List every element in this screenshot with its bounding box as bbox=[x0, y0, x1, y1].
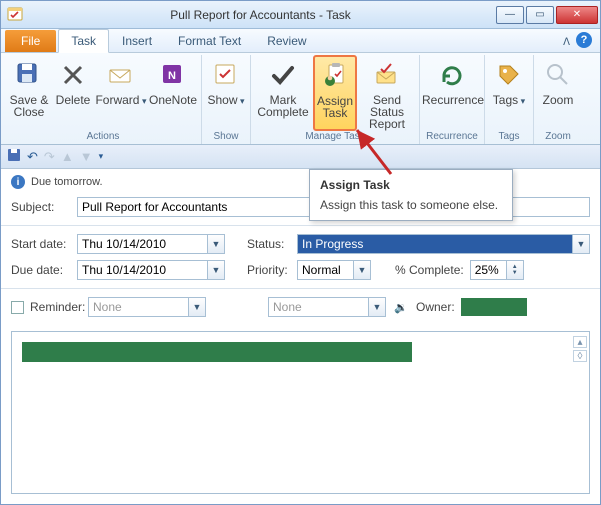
close-button[interactable]: ✕ bbox=[556, 6, 598, 24]
priority-label: Priority: bbox=[247, 263, 291, 277]
zoom-icon bbox=[543, 60, 573, 90]
dropdown-icon[interactable]: ▼ bbox=[368, 297, 386, 317]
body-content-redacted bbox=[22, 342, 412, 362]
tooltip-title: Assign Task bbox=[320, 178, 502, 192]
help-button[interactable]: ? bbox=[576, 32, 592, 48]
start-date-label: Start date: bbox=[11, 237, 71, 251]
redo-icon[interactable]: ↷ bbox=[44, 149, 55, 165]
dropdown-icon[interactable]: ▼ bbox=[572, 234, 590, 254]
reminder-date-combo[interactable]: ▼ bbox=[88, 297, 206, 317]
svg-text:N: N bbox=[168, 70, 176, 82]
pct-complete-spinner[interactable]: ▲▼ bbox=[470, 260, 524, 280]
subject-label: Subject: bbox=[11, 200, 71, 214]
group-tags: Tags Tags bbox=[485, 55, 534, 144]
dropdown-icon[interactable]: ▼ bbox=[207, 260, 225, 280]
tab-review[interactable]: Review bbox=[254, 29, 319, 52]
onenote-icon: N bbox=[158, 60, 188, 90]
pct-complete-label: % Complete: bbox=[395, 263, 464, 277]
ruler-up-icon[interactable]: ▴ bbox=[573, 336, 587, 348]
zoom-button[interactable]: Zoom bbox=[536, 55, 580, 119]
assign-task-icon bbox=[320, 61, 350, 91]
onenote-button[interactable]: N OneNote bbox=[147, 55, 199, 119]
send-status-icon bbox=[372, 60, 402, 90]
info-icon: i bbox=[11, 175, 25, 189]
spinner-buttons[interactable]: ▲▼ bbox=[506, 260, 524, 280]
group-manage-task: Mark Complete Assign Task Send Status Re… bbox=[251, 55, 420, 144]
show-button[interactable]: Show bbox=[204, 55, 248, 119]
mark-complete-button[interactable]: Mark Complete bbox=[253, 55, 313, 131]
start-date-combo[interactable]: ▼ bbox=[77, 234, 225, 254]
reminder-sound-icon[interactable]: 🔉 bbox=[392, 298, 410, 316]
send-status-report-button[interactable]: Send Status Report bbox=[357, 55, 417, 131]
reminder-time-combo[interactable]: ▼ bbox=[268, 297, 386, 317]
save-icon[interactable] bbox=[7, 148, 21, 165]
tooltip-body: Assign this task to someone else. bbox=[320, 198, 502, 212]
window-title: Pull Report for Accountants - Task bbox=[27, 8, 494, 22]
tab-format-text[interactable]: Format Text bbox=[165, 29, 254, 52]
dropdown-icon[interactable]: ▼ bbox=[207, 234, 225, 254]
owner-label: Owner: bbox=[416, 300, 455, 314]
group-recurrence: Recurrence Recurrence bbox=[420, 55, 485, 144]
dropdown-icon[interactable]: ▼ bbox=[353, 260, 371, 280]
reminder-checkbox[interactable] bbox=[11, 301, 24, 314]
recurrence-icon bbox=[437, 60, 467, 90]
reminder-time-input[interactable] bbox=[268, 297, 368, 317]
forward-icon bbox=[106, 60, 136, 90]
tab-task[interactable]: Task bbox=[58, 29, 109, 53]
minimize-button[interactable]: — bbox=[496, 6, 524, 24]
titlebar: Pull Report for Accountants - Task — ▭ ✕ bbox=[1, 1, 600, 29]
ribbon: Save & Close Delete Forward N OneNote Ac… bbox=[1, 53, 600, 145]
show-icon bbox=[211, 60, 241, 90]
priority-input[interactable] bbox=[297, 260, 353, 280]
due-date-label: Due date: bbox=[11, 263, 71, 277]
forward-button[interactable]: Forward bbox=[95, 55, 147, 119]
maximize-button[interactable]: ▭ bbox=[526, 6, 554, 24]
pct-complete-input[interactable] bbox=[470, 260, 506, 280]
tags-icon bbox=[494, 60, 524, 90]
group-zoom: Zoom Zoom bbox=[534, 55, 582, 144]
delete-button[interactable]: Delete bbox=[51, 55, 95, 119]
status-combo[interactable]: ▼ bbox=[297, 234, 590, 254]
dropdown-icon[interactable]: ▼ bbox=[188, 297, 206, 317]
reminder-label: Reminder: bbox=[30, 300, 82, 314]
delete-icon bbox=[58, 60, 88, 90]
save-close-icon bbox=[14, 60, 44, 90]
tab-file[interactable]: File bbox=[5, 30, 56, 52]
assign-task-button[interactable]: Assign Task bbox=[313, 55, 357, 131]
prev-item-icon[interactable]: ▲ bbox=[61, 149, 74, 164]
info-text: Due tomorrow. bbox=[31, 176, 103, 188]
tags-button[interactable]: Tags bbox=[487, 55, 531, 119]
ruler-marker-icon[interactable]: ◊ bbox=[573, 350, 587, 362]
window-buttons: — ▭ ✕ bbox=[494, 6, 600, 24]
quick-access-toolbar: ↶ ↷ ▲ ▼ ▾ bbox=[1, 145, 600, 169]
next-item-icon[interactable]: ▼ bbox=[80, 149, 93, 164]
group-show: Show Show bbox=[202, 55, 251, 144]
assign-task-tooltip: Assign Task Assign this task to someone … bbox=[309, 169, 513, 221]
qat-customize-icon[interactable]: ▾ bbox=[99, 151, 104, 162]
ribbon-tabs: File Task Insert Format Text Review ᐱ ? bbox=[1, 29, 600, 53]
start-date-input[interactable] bbox=[77, 234, 207, 254]
task-body-editor[interactable]: ▴ ◊ bbox=[11, 331, 590, 494]
status-label: Status: bbox=[247, 237, 291, 251]
app-icon bbox=[5, 4, 27, 26]
reminder-date-input[interactable] bbox=[88, 297, 188, 317]
due-date-combo[interactable]: ▼ bbox=[77, 260, 225, 280]
status-input[interactable] bbox=[297, 234, 572, 254]
recurrence-button[interactable]: Recurrence bbox=[422, 55, 482, 119]
group-actions: Save & Close Delete Forward N OneNote Ac… bbox=[5, 55, 202, 144]
owner-value bbox=[461, 298, 527, 316]
mark-complete-icon bbox=[268, 60, 298, 90]
due-date-input[interactable] bbox=[77, 260, 207, 280]
ribbon-minimize-icon[interactable]: ᐱ bbox=[563, 37, 570, 48]
tab-insert[interactable]: Insert bbox=[109, 29, 165, 52]
task-window: Pull Report for Accountants - Task — ▭ ✕… bbox=[0, 0, 601, 505]
side-ruler: ▴ ◊ bbox=[573, 336, 587, 362]
priority-combo[interactable]: ▼ bbox=[297, 260, 371, 280]
undo-icon[interactable]: ↶ bbox=[27, 149, 38, 165]
